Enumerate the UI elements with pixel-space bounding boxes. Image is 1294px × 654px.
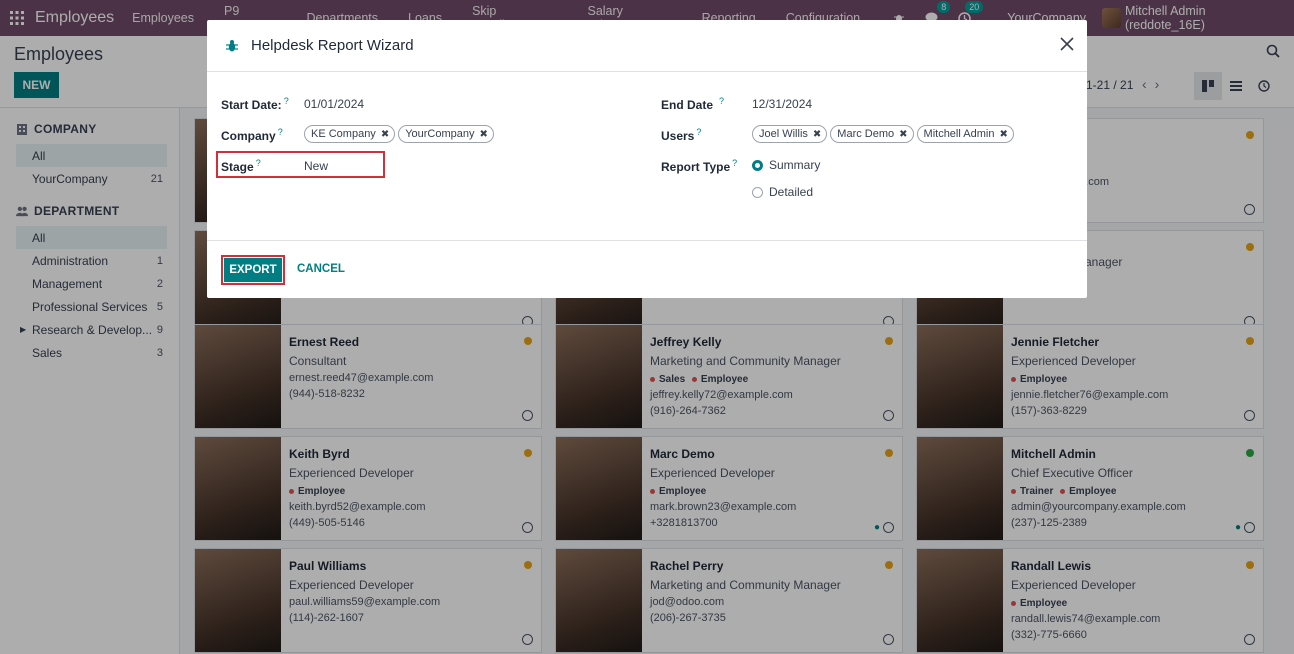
report-type-summary[interactable]: Summary xyxy=(752,158,820,172)
radio-checked-icon[interactable] xyxy=(752,159,763,171)
help-icon[interactable]: ? xyxy=(719,96,724,106)
start-date-field[interactable]: 01/01/2024 xyxy=(304,97,364,111)
modal-body: Start Date:? 01/01/2024 End Date? 12/31/… xyxy=(207,72,1087,241)
remove-tag-icon[interactable]: ✖ xyxy=(813,129,821,140)
report-type-label: Report Type? xyxy=(661,158,738,174)
help-icon[interactable]: ? xyxy=(284,96,289,106)
remove-tag-icon[interactable]: ✖ xyxy=(999,129,1007,140)
help-icon[interactable]: ? xyxy=(696,127,701,137)
bug-icon xyxy=(226,39,238,51)
help-icon[interactable]: ? xyxy=(278,127,283,137)
modal-title: Helpdesk Report Wizard xyxy=(251,37,414,54)
company-label: Company? xyxy=(221,127,283,143)
end-date-label: End Date? xyxy=(661,96,725,112)
close-icon[interactable] xyxy=(1059,36,1075,52)
export-button[interactable]: EXPORT xyxy=(224,258,282,282)
cancel-button[interactable]: CANCEL xyxy=(297,263,345,275)
help-icon[interactable]: ? xyxy=(256,158,261,168)
end-date-field[interactable]: 12/31/2024 xyxy=(752,97,812,111)
start-date-label: Start Date:? xyxy=(221,96,289,112)
modal-header: Helpdesk Report Wizard xyxy=(207,20,1087,72)
help-icon[interactable]: ? xyxy=(732,158,737,168)
stage-label: Stage? xyxy=(221,158,261,174)
helpdesk-report-wizard: Helpdesk Report Wizard Start Date:? 01/0… xyxy=(207,20,1087,298)
modal-footer: EXPORT CANCEL xyxy=(207,241,1087,297)
report-type-detailed[interactable]: Detailed xyxy=(752,185,813,199)
company-tags-field[interactable]: KE Company ✖ YourCompany ✖ xyxy=(304,125,497,143)
remove-tag-icon[interactable]: ✖ xyxy=(480,129,488,140)
company-tag: KE Company ✖ xyxy=(304,125,396,143)
user-tag: Marc Demo ✖ xyxy=(830,125,914,143)
users-tags-field[interactable]: Joel Willis ✖ Marc Demo ✖ Mitchell Admin ✖ xyxy=(752,125,1017,143)
users-label: Users? xyxy=(661,127,702,143)
remove-tag-icon[interactable]: ✖ xyxy=(381,129,389,140)
radio-unchecked-icon[interactable] xyxy=(752,186,763,198)
user-tag: Mitchell Admin ✖ xyxy=(916,125,1014,143)
user-tag: Joel Willis ✖ xyxy=(752,125,828,143)
remove-tag-icon[interactable]: ✖ xyxy=(899,129,907,140)
company-tag: YourCompany ✖ xyxy=(398,125,494,143)
stage-field[interactable]: New xyxy=(304,159,328,173)
